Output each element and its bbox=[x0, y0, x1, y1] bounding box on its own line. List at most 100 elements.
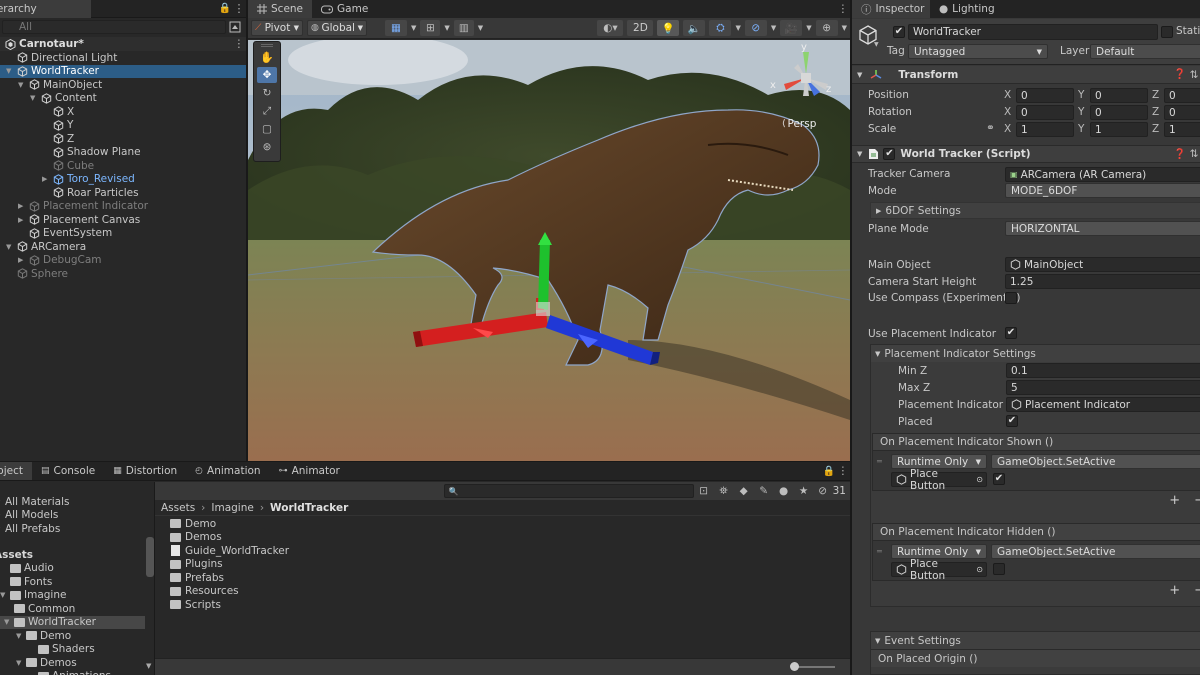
hand-tool-icon[interactable]: ✋ bbox=[257, 49, 277, 65]
hierarchy-item[interactable]: ▶ DebugCam bbox=[0, 254, 246, 268]
foldout-open-icon[interactable]: ▼ bbox=[0, 591, 10, 599]
rotation-y-field[interactable]: 0 bbox=[1090, 105, 1148, 120]
foldout-open-icon[interactable]: ▼ bbox=[18, 81, 29, 89]
camera-settings-dropdown[interactable]: ▼ bbox=[806, 24, 811, 32]
kebab-menu-icon[interactable]: ⋮ bbox=[836, 465, 850, 477]
transform-tool-icon[interactable]: ⊛ bbox=[257, 139, 277, 155]
foldout-open-icon[interactable]: ▼ bbox=[16, 659, 26, 667]
scene-filter-icon[interactable] bbox=[226, 21, 244, 33]
asset-file-item[interactable]: Plugins bbox=[170, 558, 770, 572]
hierarchy-item[interactable]: ▼ WorldTracker bbox=[0, 64, 246, 78]
scene-menu-icon[interactable]: ⋮ bbox=[232, 38, 246, 50]
placement-settings-foldout[interactable]: ▼ Placement Indicator Settings bbox=[871, 345, 1200, 362]
axis-x-label[interactable]: X bbox=[1004, 123, 1011, 135]
rect-tool-icon[interactable]: ▢ bbox=[257, 121, 277, 137]
tab-game[interactable]: Game bbox=[312, 0, 377, 18]
foldout-closed-icon[interactable]: ▶ bbox=[18, 216, 29, 224]
remove-listener-icon[interactable]: − bbox=[1194, 583, 1200, 598]
hidden-objects-icon[interactable]: ⊘ bbox=[744, 20, 767, 36]
layer-dropdown[interactable]: Default bbox=[1090, 44, 1200, 59]
function-dropdown[interactable]: GameObject.SetActive bbox=[991, 454, 1200, 469]
asset-folder-item[interactable]: ▼ Imagine bbox=[0, 589, 145, 603]
asset-folder-item[interactable]: ▼ Demo bbox=[0, 629, 145, 643]
active-checkbox[interactable]: ✔ bbox=[893, 26, 905, 38]
hidden-packages-icon[interactable]: ⊘ bbox=[814, 485, 832, 497]
min-z-field[interactable]: 0.1 bbox=[1006, 363, 1200, 378]
lock-icon[interactable]: 🔒 bbox=[822, 466, 836, 477]
asset-folder-item[interactable]: Animations bbox=[0, 670, 145, 675]
orientation-gizmo[interactable]: y x z ⟨ Persp bbox=[770, 42, 842, 132]
scale-y-field[interactable]: 1 bbox=[1090, 122, 1148, 137]
scene-root-row[interactable]: Carnotaur* ⋮ bbox=[0, 37, 246, 51]
tab-project[interactable]: Project bbox=[0, 462, 32, 480]
hierarchy-search-input[interactable]: All bbox=[2, 20, 226, 34]
foldout-open-icon[interactable]: ▼ bbox=[30, 94, 41, 102]
use-placement-checkbox[interactable]: ✔ bbox=[1005, 327, 1017, 339]
asset-folder-item[interactable]: Fonts bbox=[0, 575, 145, 589]
tab-console[interactable]: ▤ Console bbox=[32, 462, 104, 480]
hierarchy-item[interactable]: Z bbox=[0, 132, 246, 146]
scale-tool-icon[interactable]: ⤢ bbox=[257, 103, 277, 119]
plane-mode-dropdown[interactable]: HORIZONTAL bbox=[1005, 221, 1200, 236]
zoom-slider-track[interactable] bbox=[795, 666, 835, 668]
scene-viewport[interactable]: ✋ ✥ ↻ ⤢ ▢ ⊛ y x z ⟨ Persp bbox=[248, 40, 850, 461]
tag-filter-icon[interactable]: ◆ bbox=[734, 485, 754, 497]
set-active-checkbox[interactable] bbox=[993, 563, 1005, 575]
tab-animator[interactable]: ⊶ Animator bbox=[270, 462, 349, 480]
target-field[interactable]: Place Button ⊙ bbox=[891, 558, 987, 582]
grid-visibility-dropdown[interactable]: ▼ bbox=[444, 24, 449, 32]
scroll-down-icon[interactable]: ▼ bbox=[146, 662, 151, 670]
axis-y-label[interactable]: Y bbox=[1078, 106, 1084, 118]
tab-distortion[interactable]: ▦ Distortion bbox=[104, 462, 186, 480]
max-z-field[interactable]: 5 bbox=[1006, 380, 1200, 395]
camera-settings-icon[interactable]: 🎥 bbox=[780, 20, 803, 36]
script-enabled-checkbox[interactable]: ✔ bbox=[883, 148, 896, 160]
mode-dropdown[interactable]: MODE_6DOF bbox=[1005, 183, 1200, 198]
rotation-x-field[interactable]: 0 bbox=[1016, 105, 1074, 120]
target-field[interactable]: Place Button ⊙ bbox=[891, 468, 987, 492]
breadcrumb-assets[interactable]: Assets bbox=[161, 502, 195, 514]
favorite-item[interactable]: ⚲All Materials bbox=[0, 495, 154, 509]
hierarchy-item[interactable]: ▼ ARCamera bbox=[0, 240, 246, 254]
search-by-label-icon[interactable]: ⛯ bbox=[714, 485, 734, 498]
help-icon[interactable]: ❓ bbox=[1173, 69, 1187, 80]
increment-snap-icon[interactable]: ▥ bbox=[453, 20, 474, 36]
main-object-field[interactable]: MainObject bbox=[1005, 257, 1200, 272]
axis-z-label[interactable]: Z bbox=[1152, 106, 1159, 118]
axis-z-label[interactable]: Z bbox=[1152, 123, 1159, 135]
placement-indicator-field[interactable]: Placement Indicator bbox=[1006, 397, 1200, 412]
tab-scene[interactable]: Scene bbox=[248, 0, 313, 18]
move-tool-icon[interactable]: ✥ bbox=[257, 67, 277, 83]
asset-file-item[interactable]: Demos bbox=[170, 531, 770, 545]
position-z-field[interactable]: 0 bbox=[1164, 88, 1200, 103]
mode-2d-button[interactable]: 2D bbox=[627, 20, 654, 36]
project-search-input[interactable]: 🔍 bbox=[443, 484, 694, 498]
grid-visibility-icon[interactable]: ⊞ bbox=[420, 20, 441, 36]
global-dropdown[interactable]: ◍ Global ▼ bbox=[307, 20, 367, 36]
increment-snap-dropdown[interactable]: ▼ bbox=[478, 24, 483, 32]
dof-settings-foldout[interactable]: ▶ 6DOF Settings bbox=[870, 202, 1200, 219]
tab-lighting[interactable]: ● Lighting bbox=[930, 0, 1004, 18]
drag-handle-icon[interactable]: ═ bbox=[877, 457, 882, 466]
position-y-field[interactable]: 0 bbox=[1090, 88, 1148, 103]
rotation-z-field[interactable]: 0 bbox=[1164, 105, 1200, 120]
set-active-checkbox[interactable]: ✔ bbox=[993, 473, 1005, 485]
asset-file-item[interactable]: Scripts bbox=[170, 598, 770, 612]
asset-file-item[interactable]: Prefabs bbox=[170, 571, 770, 585]
add-listener-icon[interactable]: + bbox=[1169, 583, 1180, 598]
grid-snap-dropdown[interactable]: ▼ bbox=[411, 24, 416, 32]
hierarchy-item[interactable]: Y bbox=[0, 119, 246, 133]
transform-header[interactable]: ▼ Transform ❓ ⇅ bbox=[852, 66, 1200, 84]
favorite-item[interactable]: ⚲All Models bbox=[0, 509, 154, 523]
foldout-open-icon[interactable]: ▼ bbox=[6, 67, 17, 75]
rotate-tool-icon[interactable]: ↻ bbox=[257, 85, 277, 101]
foldout-closed-icon[interactable]: ▶ bbox=[18, 256, 29, 264]
asset-folder-item[interactable]: Shaders bbox=[0, 643, 145, 657]
static-checkbox[interactable] bbox=[1161, 26, 1173, 38]
function-dropdown[interactable]: GameObject.SetActive bbox=[991, 544, 1200, 559]
hierarchy-item[interactable]: ▶ Placement Indicator bbox=[0, 200, 246, 214]
asset-folder-item[interactable]: Audio bbox=[0, 562, 145, 576]
scene-kebab-icon[interactable]: ⋮ bbox=[836, 3, 850, 15]
hidden-objects-dropdown[interactable]: ▼ bbox=[771, 24, 776, 32]
shading-mode-icon[interactable]: ◐▾ bbox=[597, 20, 624, 36]
